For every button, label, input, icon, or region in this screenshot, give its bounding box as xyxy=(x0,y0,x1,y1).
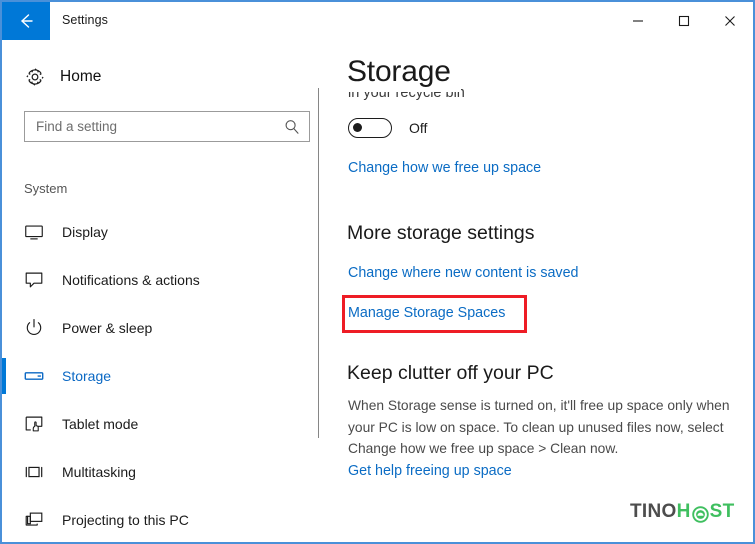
settings-sidebar: Home System Display xyxy=(2,40,320,542)
link-change-how-we-free-up-space[interactable]: Change how we free up space xyxy=(348,160,541,176)
speech-bubble-icon xyxy=(22,268,46,292)
maximize-icon xyxy=(678,15,690,27)
link-get-help-freeing-up-space[interactable]: Get help freeing up space xyxy=(348,463,512,479)
sidebar-item-label: Storage xyxy=(62,368,112,384)
selection-accent xyxy=(2,310,6,346)
sidebar-item-display[interactable]: Display xyxy=(2,208,320,256)
multitasking-icon xyxy=(22,460,46,484)
selection-accent xyxy=(2,406,6,442)
tablet-touch-icon xyxy=(22,412,46,436)
drive-icon xyxy=(22,364,46,388)
main-content: in your recycle bin Storage Off Change h… xyxy=(320,40,753,542)
sidebar-item-notifications[interactable]: Notifications & actions xyxy=(2,256,320,304)
selection-accent xyxy=(2,214,6,250)
selection-accent xyxy=(2,358,6,394)
sidebar-item-label: Multitasking xyxy=(62,464,136,480)
gear-icon xyxy=(24,66,46,88)
back-arrow-icon xyxy=(21,14,33,28)
watermark-tino-o: O xyxy=(661,501,677,522)
sidebar-item-storage[interactable]: Storage xyxy=(2,352,320,400)
keep-clutter-heading: Keep clutter off your PC xyxy=(347,362,554,384)
watermark-h: H xyxy=(676,501,691,522)
search-box[interactable] xyxy=(24,111,310,142)
globe-icon xyxy=(691,505,709,523)
power-icon xyxy=(22,316,46,340)
toggle-knob xyxy=(353,123,362,132)
link-manage-storage-spaces[interactable]: Manage Storage Spaces xyxy=(348,305,505,321)
tino-host-watermark: TIN O H ST xyxy=(630,501,735,523)
sidebar-item-multitasking[interactable]: Multitasking xyxy=(2,448,320,496)
storage-sense-toggle[interactable] xyxy=(348,118,392,138)
sidebar-group-label: System xyxy=(24,181,68,196)
sidebar-item-label: Tablet mode xyxy=(62,416,139,432)
storage-sense-toggle-row: Off xyxy=(348,118,427,138)
sidebar-item-tablet-mode[interactable]: Tablet mode xyxy=(2,400,320,448)
sidebar-item-label: Power & sleep xyxy=(62,320,153,336)
window-title: Settings xyxy=(62,13,108,27)
minimize-icon xyxy=(633,20,643,22)
sidebar-item-label: Display xyxy=(62,224,108,240)
sidebar-nav-list: Display Notifications & actions Power & … xyxy=(2,208,320,542)
back-button[interactable] xyxy=(2,2,50,40)
sidebar-item-label: Projecting to this PC xyxy=(62,512,189,528)
selection-accent xyxy=(2,454,6,490)
minimize-button[interactable] xyxy=(615,2,661,40)
close-button[interactable] xyxy=(707,2,753,40)
watermark-tino: TIN xyxy=(630,501,662,522)
settings-window: Settings Home Find a setting System Disp… xyxy=(0,0,755,544)
sidebar-item-label: Notifications & actions xyxy=(62,272,200,288)
title-bar: Settings xyxy=(2,2,753,41)
search-icon[interactable] xyxy=(283,118,301,136)
sidebar-item-projecting[interactable]: Projecting to this PC xyxy=(2,496,320,542)
toggle-state-label: Off xyxy=(409,120,428,136)
close-icon xyxy=(725,16,735,26)
link-change-where-new-content-is-saved[interactable]: Change where new content is saved xyxy=(348,265,578,281)
maximize-button[interactable] xyxy=(661,2,707,40)
selection-accent xyxy=(2,502,6,538)
sidebar-item-label: Home xyxy=(60,68,102,85)
page-title: Storage xyxy=(347,53,461,92)
selection-accent xyxy=(2,262,6,298)
project-screen-icon xyxy=(22,508,46,532)
sidebar-item-home[interactable]: Home xyxy=(24,66,101,88)
sidebar-item-power[interactable]: Power & sleep xyxy=(2,304,320,352)
watermark-st: ST xyxy=(709,501,735,522)
monitor-icon xyxy=(22,220,46,244)
more-storage-settings-heading: More storage settings xyxy=(347,222,535,244)
keep-clutter-description: When Storage sense is turned on, it'll f… xyxy=(348,398,730,456)
search-input[interactable] xyxy=(25,112,288,141)
